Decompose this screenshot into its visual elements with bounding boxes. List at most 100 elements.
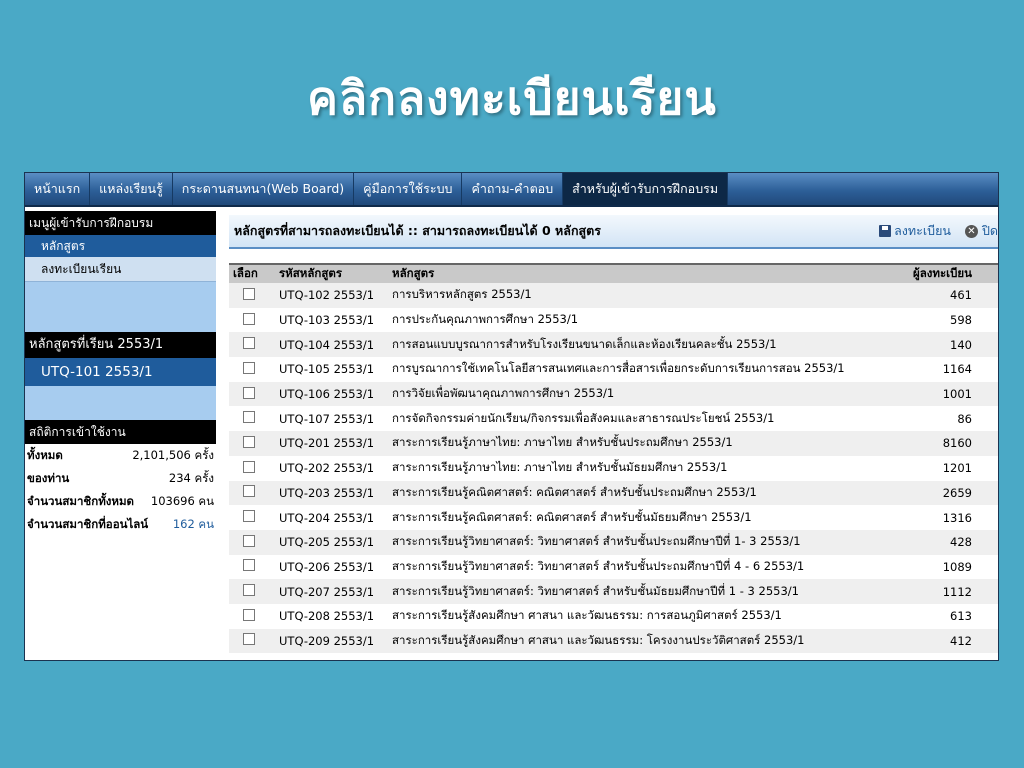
row-count: 613 [898,603,998,629]
row-name: สาระการเรียนรู้วิทยาศาสตร์: วิทยาศาสตร์ … [388,554,898,580]
row-code: UTQ-206 2553/1 [275,554,388,580]
row-code: UTQ-201 2553/1 [275,431,388,456]
row-name: การบริหารหลักสูตร 2553/1 [388,283,898,308]
close-button[interactable]: ✕ ปิด [964,221,998,241]
stat-value: 103696 คน [150,494,214,508]
row-checkbox[interactable] [243,633,255,646]
nav-manual[interactable]: คู่มือการใช้ระบบ [354,173,463,205]
row-code: UTQ-102 2553/1 [275,283,388,308]
row-name: การจัดกิจกรรมค่ายนักเรียน/กิจกรรมเพื่อสั… [388,406,898,432]
row-count: 428 [898,529,998,555]
row-count: 1316 [898,505,998,530]
stat-value: 2,101,506 ครั้ง [132,448,214,462]
row-checkbox[interactable] [243,559,255,572]
panel-header: หลักสูตรที่สามารถลงทะเบียนได้ :: สามารถล… [229,215,998,249]
col-code: รหัสหลักสูตร [275,263,388,283]
row-code: UTQ-104 2553/1 [275,332,388,358]
row-select-cell [229,357,275,382]
stat-value: 234 ครั้ง [168,471,214,485]
nav-webboard[interactable]: กระดานสนทนา(Web Board) [173,173,355,205]
row-select-cell [229,529,275,555]
sidebar-spacer [25,282,216,332]
row-checkbox[interactable] [243,510,255,523]
row-name: สาระการเรียนรู้ภาษาไทย: ภาษาไทย สำหรับชั… [388,431,898,456]
table-row: UTQ-107 2553/1 การจัดกิจกรรมค่ายนักเรียน/… [229,406,998,432]
row-select-cell [229,406,275,432]
row-checkbox[interactable] [243,435,255,448]
sidebar-current-course[interactable]: UTQ-101 2553/1 [25,358,216,386]
row-count: 598 [898,307,998,333]
row-checkbox[interactable] [243,337,255,350]
slide-title: คลิกลงทะเบียนเรียน [307,71,717,125]
row-count: 1201 [898,455,998,481]
row-select-cell [229,480,275,506]
col-name: หลักสูตร [388,263,898,283]
row-code: UTQ-208 2553/1 [275,603,388,629]
row-code: UTQ-107 2553/1 [275,406,388,432]
row-count: 1089 [898,554,998,580]
row-checkbox[interactable] [243,485,255,498]
table-row: UTQ-204 2553/1 สาระการเรียนรู้คณิตศาสตร์:… [229,505,998,530]
table-row: UTQ-103 2553/1 การประกันคุณภาพการศึกษา 25… [229,307,998,333]
row-count: 1112 [898,579,998,604]
close-label: ปิด [981,223,998,238]
row-code: UTQ-106 2553/1 [275,381,388,407]
stat-row-yours: ของท่าน 234 ครั้ง [25,467,216,490]
row-checkbox[interactable] [243,361,255,374]
row-checkbox[interactable] [243,608,255,621]
table-row: UTQ-208 2553/1 สาระการเรียนรู้สังคมศึกษา … [229,603,998,629]
row-select-cell [229,579,275,604]
row-code: UTQ-202 2553/1 [275,455,388,481]
row-code: UTQ-209 2553/1 [275,628,388,654]
col-select: เลือก [229,263,275,283]
stat-label: ทั้งหมด [27,448,63,462]
row-code: UTQ-203 2553/1 [275,480,388,506]
table-header-row: เลือก รหัสหลักสูตร หลักสูตร ผู้ลงทะเบียน [229,263,998,283]
row-checkbox[interactable] [243,287,255,300]
row-count: 140 [898,332,998,358]
sidebar-spacer-2 [25,386,216,420]
row-select-cell [229,603,275,629]
row-select-cell [229,628,275,654]
col-registered: ผู้ลงทะเบียน [898,263,998,283]
register-button[interactable]: ลงทะเบียน [879,221,951,241]
panel-title: หลักสูตรที่สามารถลงทะเบียนได้ :: สามารถล… [234,223,601,238]
row-checkbox[interactable] [243,460,255,473]
browser-screenshot: หน้าแรก แหล่งเรียนรู้ กระดานสนทนา(Web Bo… [24,172,999,661]
nav-faq[interactable]: คำถาม-คำตอบ [462,173,564,205]
stat-row-total: ทั้งหมด 2,101,506 ครั้ง [25,444,216,467]
row-code: UTQ-103 2553/1 [275,307,388,333]
row-name: สาระการเรียนรู้คณิตศาสตร์: คณิตศาสตร์ สำ… [388,505,898,530]
row-name: การวิจัยเพื่อพัฒนาคุณภาพการศึกษา 2553/1 [388,381,898,407]
sidebar-stats-title: สถิติการเข้าใช้งาน [25,420,216,444]
row-select-cell [229,381,275,407]
main-panel: หลักสูตรที่สามารถลงทะเบียนได้ :: สามารถล… [229,215,998,654]
table-row: UTQ-202 2553/1 สาระการเรียนรู้ภาษาไทย: ภา… [229,455,998,481]
row-select-cell [229,283,275,308]
nav-resources[interactable]: แหล่งเรียนรู้ [90,173,173,205]
row-checkbox[interactable] [243,386,255,399]
sidebar-item-register[interactable]: ลงทะเบียนเรียน [25,257,216,282]
table-row: UTQ-105 2553/1 การบูรณาการใช้เทคโนโลยีสาร… [229,357,998,382]
table-body: UTQ-102 2553/1 การบริหารหลักสูตร 2553/1 46… [229,283,998,654]
row-code: UTQ-105 2553/1 [275,357,388,382]
row-checkbox[interactable] [243,312,255,325]
top-navigation: หน้าแรก แหล่งเรียนรู้ กระดานสนทนา(Web Bo… [25,173,998,207]
nav-trainees[interactable]: สำหรับผู้เข้ารับการฝึกอบรม [563,173,729,205]
row-name: สาระการเรียนรู้สังคมศึกษา ศาสนา และวัฒนธ… [388,603,898,629]
close-icon: ✕ [964,224,978,238]
row-name: สาระการเรียนรู้วิทยาศาสตร์: วิทยาศาสตร์ … [388,529,898,555]
table-row: UTQ-104 2553/1 การสอนแบบบูรณาการสำหรับโรง… [229,332,998,358]
stat-label: จำนวนสมาชิกทั้งหมด [27,494,135,508]
table-row: UTQ-203 2553/1 สาระการเรียนรู้คณิตศาสตร์:… [229,480,998,506]
row-checkbox[interactable] [243,534,255,547]
sidebar-item-courses[interactable]: หลักสูตร [25,235,216,257]
row-checkbox[interactable] [243,584,255,597]
row-name: สาระการเรียนรู้วิทยาศาสตร์: วิทยาศาสตร์ … [388,579,898,604]
row-count: 86 [898,406,998,432]
row-count: 412 [898,628,998,654]
row-checkbox[interactable] [243,411,255,424]
table-row: UTQ-201 2553/1 สาระการเรียนรู้ภาษาไทย: ภา… [229,431,998,456]
nav-home[interactable]: หน้าแรก [25,173,91,205]
row-name: สาระการเรียนรู้ภาษาไทย: ภาษาไทย สำหรับชั… [388,455,898,481]
